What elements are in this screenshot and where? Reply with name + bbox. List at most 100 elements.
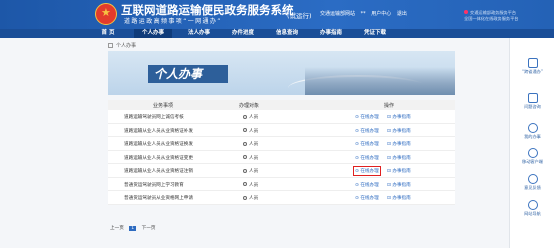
object-cell: 人员	[243, 128, 258, 134]
table-row: 普通货运驾驶员从业资格网上申请 人员 ⊙ 在线办理 ⊡ 办事指南	[108, 191, 455, 205]
guide-link[interactable]: ⊡ 办事指南	[387, 128, 411, 134]
nav-personal[interactable]: 个人办事	[134, 29, 172, 38]
banner-title: 个人办事	[154, 67, 203, 81]
map-icon	[527, 200, 538, 210]
top-link-ministry[interactable]: 交通运输部网站	[320, 11, 355, 17]
guide-label: 办事指南	[392, 142, 411, 147]
person-icon	[243, 141, 247, 146]
nav-download[interactable]: 凭证下载	[356, 29, 394, 38]
online-apply-link[interactable]: ⊙ 在线办理	[355, 195, 379, 201]
sidebar-label: 我的办事	[524, 134, 541, 139]
service-name: 普通货运驾驶员网上学习教育	[124, 182, 184, 188]
section-banner: 个人办事	[108, 51, 455, 95]
service-table: 业务事项 办理对象 操作 道路运输驾驶员网上诚信考核 人员 ⊙ 在线办理 ⊡ 办事指南…	[108, 100, 455, 205]
sidebar-label: “跨省通办”	[521, 69, 544, 74]
object-label: 人员	[249, 128, 259, 134]
person-icon	[243, 195, 247, 200]
object-label: 人员	[249, 169, 259, 174]
object-cell: 人员	[243, 195, 258, 201]
object-cell: 人员	[243, 155, 258, 161]
service-name: 道路运输从业人员从业资格证补发	[124, 128, 193, 134]
header-service-item: 业务事项	[153, 103, 174, 109]
online-apply-link[interactable]: ⊙ 在线办理	[355, 114, 379, 120]
online-apply-label: 在线办理	[360, 196, 379, 201]
object-cell: 人员	[243, 168, 258, 174]
object-cell: 人员	[243, 182, 258, 188]
sidebar-mobile-app[interactable]: 移动客户端	[510, 148, 554, 165]
nav-guide[interactable]: 办事指南	[312, 29, 350, 38]
object-cell: 人员	[243, 114, 258, 120]
chat-icon	[527, 93, 538, 103]
document-icon	[527, 58, 538, 68]
table-row: 道路运输驾驶员网上诚信考核 人员 ⊙ 在线办理 ⊡ 办事指南	[108, 110, 455, 124]
sidebar-my-affairs[interactable]: 我的办事	[510, 123, 554, 140]
site-header: 互联网道路运输便民政务服务系统 (试运行) 道路运政高频事项“一网通办” 交通运…	[0, 0, 554, 29]
online-apply-link[interactable]: ⊙ 在线办理	[355, 182, 379, 188]
online-apply-label: 在线办理	[360, 142, 379, 147]
guide-link[interactable]: ⊡ 办事指南	[387, 182, 411, 188]
service-name: 道路运输驾驶员网上诚信考核	[124, 115, 184, 120]
service-name: 普通货运驾驶员从业资格网上申请	[124, 196, 193, 201]
guide-label: 办事指南	[392, 115, 411, 120]
guide-link[interactable]: ⊡ 办事指南	[387, 168, 411, 174]
platform-tag-line1: 交通运输部政务服务平台	[470, 10, 517, 15]
user-icon	[527, 123, 538, 133]
nav-query[interactable]: 信息查询	[268, 29, 306, 38]
nav-home[interactable]: 首 页	[90, 29, 126, 38]
guide-link[interactable]: ⊡ 办事指南	[387, 195, 411, 201]
online-apply-link[interactable]: ⊙ 在线办理	[355, 141, 379, 147]
platform-logo-icon	[464, 10, 468, 14]
object-label: 人员	[249, 142, 259, 147]
sidebar-label: 移动客户端	[522, 159, 543, 164]
guide-label: 办事指南	[392, 169, 411, 174]
top-link-user-name[interactable]: **	[361, 11, 366, 17]
object-label: 人员	[249, 182, 259, 188]
sidebar-feedback[interactable]: 意见反馈	[510, 174, 554, 191]
person-icon	[243, 168, 247, 173]
online-apply-label: 在线办理	[360, 128, 379, 134]
online-apply-label: 在线办理	[360, 115, 379, 120]
nav-corporate[interactable]: 法人办事	[180, 29, 218, 38]
table-header: 业务事项 办理对象 操作	[108, 100, 455, 110]
online-apply-link[interactable]: ⊙ 在线办理	[353, 166, 381, 176]
guide-link[interactable]: ⊡ 办事指南	[387, 141, 411, 147]
page-root: 互联网道路运输便民政务服务系统 (试运行) 道路运政高频事项“一网通办” 交通运…	[0, 0, 554, 248]
person-icon	[243, 128, 247, 132]
person-icon	[243, 182, 247, 186]
guide-label: 办事指南	[392, 155, 411, 161]
top-link-user-center[interactable]: 用户中心	[371, 11, 391, 17]
banner-city-graphic	[305, 67, 455, 95]
object-cell: 人员	[243, 141, 258, 147]
online-apply-label: 在线办理	[360, 155, 379, 161]
table-row: 普通货运驾驶员网上学习教育 人员 ⊙ 在线办理 ⊡ 办事指南	[108, 178, 455, 191]
header-ops: 操作	[384, 103, 395, 109]
guide-link[interactable]: ⊡ 办事指南	[387, 155, 411, 161]
page-number-button[interactable]: 1	[129, 226, 137, 231]
prev-page-button[interactable]: 上一页	[110, 225, 124, 231]
trial-label: (试运行)	[287, 12, 312, 20]
online-apply-link[interactable]: ⊙ 在线办理	[355, 155, 379, 161]
nav-progress[interactable]: 办件进度	[224, 29, 262, 38]
sidebar-cross-province[interactable]: “跨省通办”	[510, 58, 554, 75]
home-icon[interactable]	[108, 43, 113, 48]
top-link-logout[interactable]: 退出	[397, 11, 407, 17]
person-icon	[243, 114, 247, 119]
online-apply-link[interactable]: ⊙ 在线办理	[355, 128, 379, 134]
guide-link[interactable]: ⊡ 办事指南	[387, 114, 411, 120]
header-object: 办理对象	[239, 103, 260, 109]
platform-tag[interactable]: 交通运输部政务服务平台 全国一体化在线政务服务平台	[464, 10, 518, 22]
guide-label: 办事指南	[392, 196, 411, 201]
right-sidebar: “跨省通办” 问题咨询 我的办事 移动客户端 意见反馈 网站导航	[509, 38, 554, 248]
next-page-button[interactable]: 下一页	[142, 225, 156, 231]
question-icon	[527, 174, 538, 184]
table-row: 道路运输从业人员从业资格证变更 人员 ⊙ 在线办理 ⊡ 办事指南	[108, 151, 455, 164]
sidebar-site-map[interactable]: 网站导航	[510, 200, 554, 217]
service-name: 道路运输从业人员从业资格证换发	[124, 142, 193, 147]
guide-label: 办事指南	[392, 182, 411, 188]
object-label: 人员	[249, 155, 259, 161]
table-row: 道路运输从业人员从业资格证补发 人员 ⊙ 在线办理 ⊡ 办事指南	[108, 124, 455, 137]
site-slogan: 道路运政高频事项“一网通办”	[124, 18, 222, 25]
guide-label: 办事指南	[392, 128, 411, 134]
table-body: 道路运输驾驶员网上诚信考核 人员 ⊙ 在线办理 ⊡ 办事指南 道路运输从业人员从业资格证…	[108, 110, 455, 205]
sidebar-consult[interactable]: 问题咨询	[510, 93, 554, 110]
